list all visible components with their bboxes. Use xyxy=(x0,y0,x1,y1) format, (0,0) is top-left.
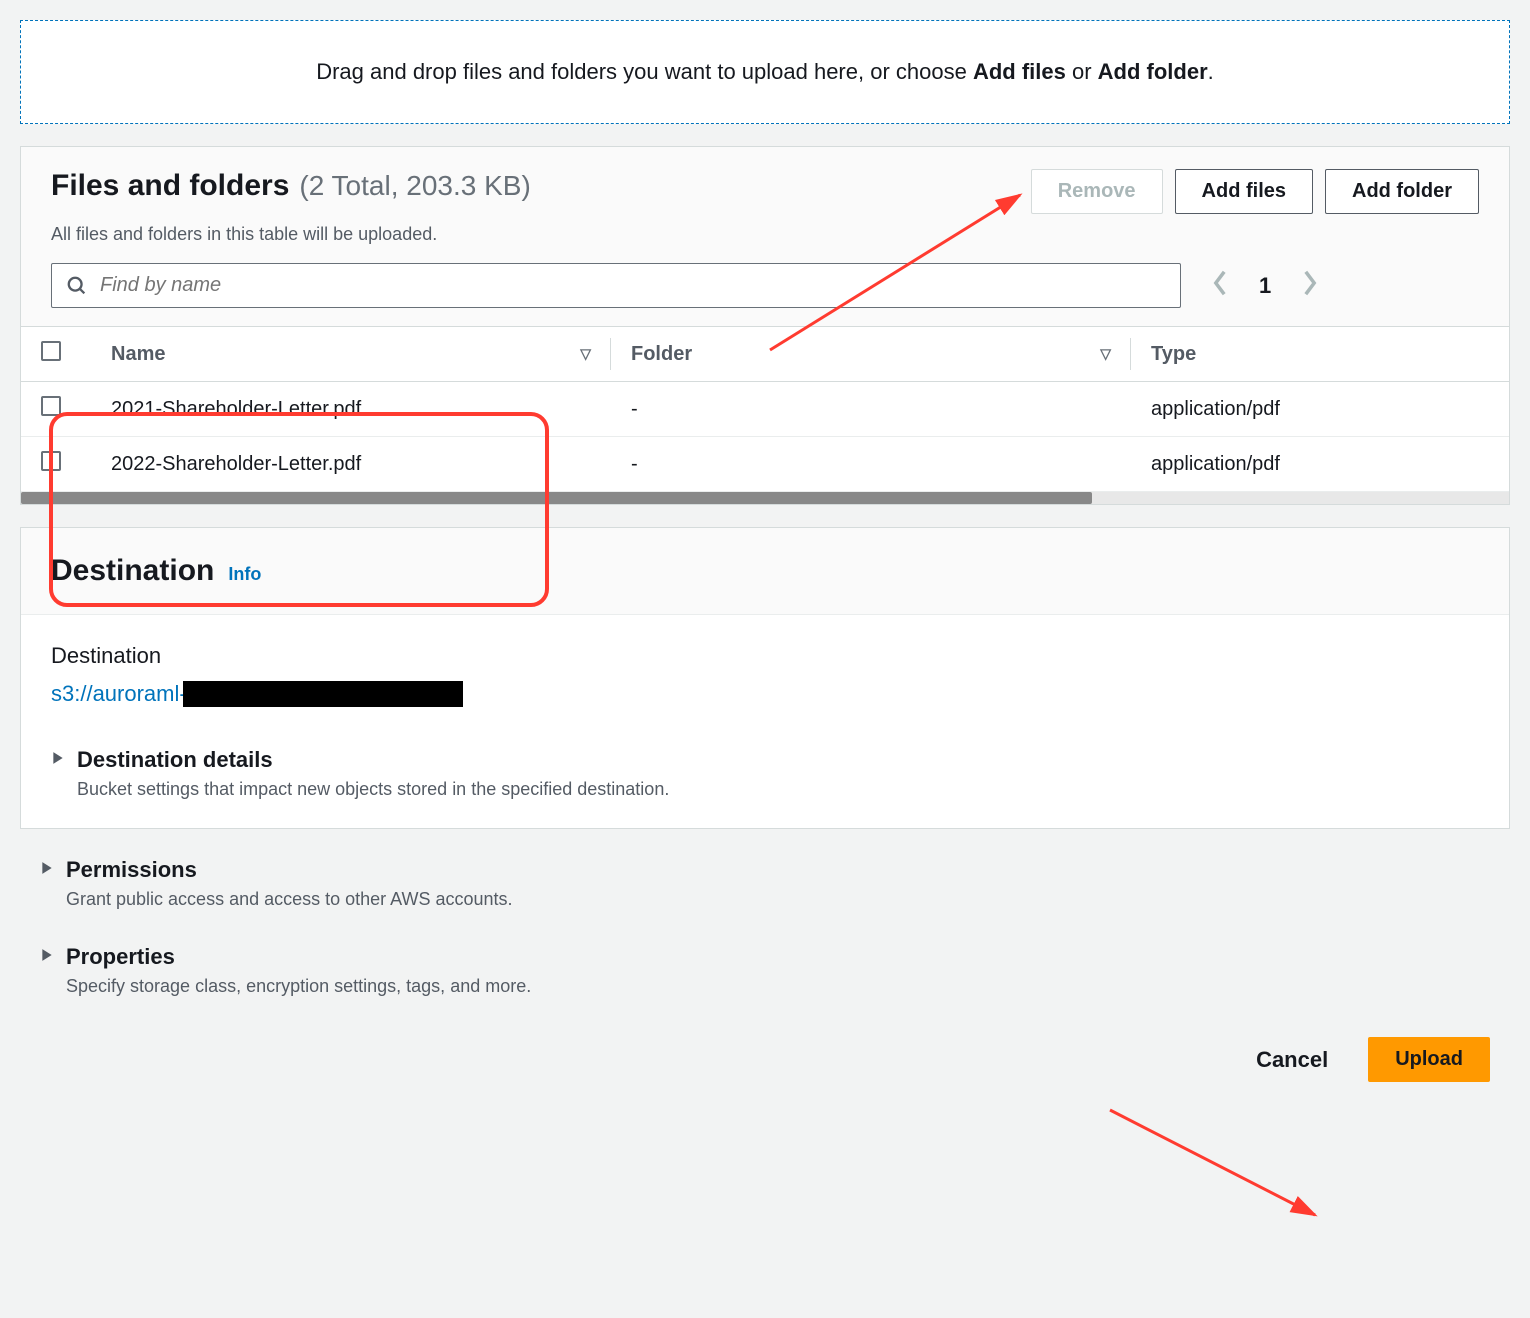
properties-desc: Specify storage class, encryption settin… xyxy=(66,976,1490,997)
upload-button[interactable]: Upload xyxy=(1368,1037,1490,1082)
sort-icon[interactable]: ▽ xyxy=(580,346,591,363)
row-checkbox[interactable] xyxy=(41,451,61,471)
destination-details-desc: Bucket settings that impact new objects … xyxy=(77,779,1479,800)
destination-link[interactable]: s3://auroraml- xyxy=(51,681,187,707)
permissions-toggle[interactable]: Permissions xyxy=(40,857,1490,883)
search-icon xyxy=(66,275,88,297)
search-input[interactable] xyxy=(100,274,1166,297)
files-table-wrap: Name ▽ Folder ▽ Type 2021-Shareholder-Lett… xyxy=(21,326,1509,504)
column-name[interactable]: Name xyxy=(111,343,165,365)
column-folder[interactable]: Folder xyxy=(631,343,692,365)
destination-details-toggle[interactable]: Destination details xyxy=(51,747,1479,773)
caret-right-icon xyxy=(40,861,54,880)
select-all-checkbox[interactable] xyxy=(41,341,61,361)
permissions-section: Permissions Grant public access and acce… xyxy=(20,849,1510,920)
footer: Cancel Upload xyxy=(20,1007,1510,1102)
search-box[interactable] xyxy=(51,263,1181,308)
destination-title: Destination xyxy=(51,554,214,588)
caret-right-icon xyxy=(51,751,65,770)
permissions-desc: Grant public access and access to other … xyxy=(66,889,1490,910)
next-page-icon[interactable] xyxy=(1301,269,1319,303)
remove-button[interactable]: Remove xyxy=(1031,169,1163,214)
cell-name: 2022-Shareholder-Letter.pdf xyxy=(91,437,611,492)
cancel-button[interactable]: Cancel xyxy=(1256,1047,1328,1073)
files-title: Files and folders xyxy=(51,169,289,203)
table-row: 2021-Shareholder-Letter.pdf - applicatio… xyxy=(21,382,1509,437)
properties-section: Properties Specify storage class, encryp… xyxy=(20,936,1510,1007)
files-panel: Files and folders (2 Total, 203.3 KB) Re… xyxy=(20,146,1510,505)
files-description: All files and folders in this table will… xyxy=(21,224,1509,263)
cell-name: 2021-Shareholder-Letter.pdf xyxy=(91,382,611,437)
cell-type: application/pdf xyxy=(1131,437,1509,492)
cell-folder: - xyxy=(611,437,1131,492)
table-row: 2022-Shareholder-Letter.pdf - applicatio… xyxy=(21,437,1509,492)
destination-details-title: Destination details xyxy=(77,747,273,773)
sort-icon[interactable]: ▽ xyxy=(1100,346,1111,363)
cell-type: application/pdf xyxy=(1131,382,1509,437)
column-type[interactable]: Type xyxy=(1151,343,1196,365)
info-link[interactable]: Info xyxy=(228,564,261,585)
files-table: Name ▽ Folder ▽ Type 2021-Shareholder-Lett… xyxy=(21,327,1509,492)
upload-dropzone[interactable]: Drag and drop files and folders you want… xyxy=(20,20,1510,124)
caret-right-icon xyxy=(40,948,54,967)
dropzone-addfiles-text: Add files xyxy=(973,59,1066,84)
page-number: 1 xyxy=(1259,273,1271,299)
dropzone-or: or xyxy=(1066,59,1098,84)
destination-panel: Destination Info Destination s3://aurora… xyxy=(20,527,1510,829)
dropzone-addfolder-text: Add folder xyxy=(1098,59,1208,84)
files-count: (2 Total, 203.3 KB) xyxy=(299,170,530,202)
dropzone-text-prefix: Drag and drop files and folders you want… xyxy=(316,59,973,84)
horizontal-scrollbar[interactable] xyxy=(21,492,1509,504)
add-files-button[interactable]: Add files xyxy=(1175,169,1313,214)
dropzone-suffix: . xyxy=(1208,59,1214,84)
redacted-block xyxy=(183,681,463,707)
row-checkbox[interactable] xyxy=(41,396,61,416)
cell-folder: - xyxy=(611,382,1131,437)
properties-title: Properties xyxy=(66,944,175,970)
add-folder-button[interactable]: Add folder xyxy=(1325,169,1479,214)
annotation-arrow xyxy=(1100,1100,1340,1240)
pagination: 1 xyxy=(1211,269,1319,303)
properties-toggle[interactable]: Properties xyxy=(40,944,1490,970)
permissions-title: Permissions xyxy=(66,857,197,883)
prev-page-icon[interactable] xyxy=(1211,269,1229,303)
destination-label: Destination xyxy=(51,643,1479,669)
